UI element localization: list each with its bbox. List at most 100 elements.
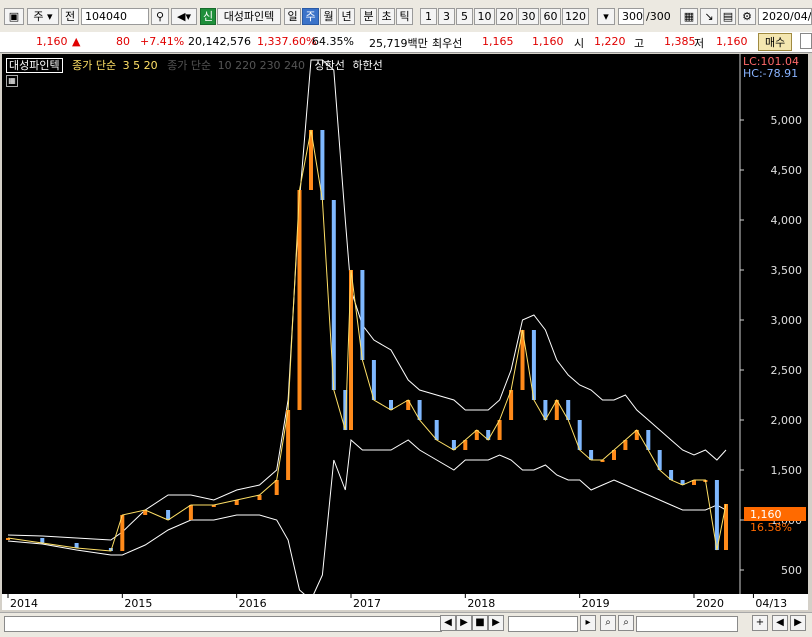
toolbar: ▣ 주 ▾ 전 104040 ⚲ ◀▾ 신 대성파인텍 일 주 월 년 분 초 … xyxy=(0,0,812,33)
low-price: 1,160 xyxy=(716,35,748,48)
period-dropdown[interactable]: ▾ xyxy=(597,8,615,25)
x-tick-label: 2020 xyxy=(696,597,724,610)
legend-stock-name[interactable]: 대성파인텍 xyxy=(6,58,63,73)
right-icon[interactable]: ▶ xyxy=(790,615,806,631)
scroll-track[interactable] xyxy=(4,616,442,632)
price-bar xyxy=(434,420,439,440)
num-10[interactable]: 10 xyxy=(474,8,495,25)
count-input[interactable]: 300 xyxy=(618,8,644,25)
y-tick-label: 3,500 xyxy=(771,264,803,277)
y-tick-label: 5,000 xyxy=(771,114,803,127)
grid-icon[interactable]: ▦ xyxy=(6,75,18,87)
market-select[interactable]: 주 ▾ xyxy=(27,8,59,25)
legend-ma-periods: 3 5 20 xyxy=(122,59,158,72)
period-day[interactable]: 일 xyxy=(284,8,301,25)
price-tag: 1,160 16.58% xyxy=(744,507,806,534)
best-label: 최우선 xyxy=(432,37,463,50)
search-icon[interactable]: ⚲ xyxy=(151,8,169,25)
y-tick-label: 1,500 xyxy=(771,464,803,477)
chart-area[interactable]: 5001,0001,5002,0002,5003,0003,5004,0004,… xyxy=(2,54,808,610)
y-tick-label: 2,000 xyxy=(771,414,803,427)
legend-lower[interactable]: 하한선 xyxy=(352,59,382,72)
price-tag-pct: 16.58% xyxy=(750,521,792,534)
x-axis-strip xyxy=(2,594,808,610)
layout-icon[interactable]: ▣ xyxy=(4,8,24,25)
speed-slider[interactable] xyxy=(508,616,578,632)
zoom-out-icon[interactable]: ⌕ xyxy=(618,615,634,631)
x-tick-label: 2014 xyxy=(10,597,38,610)
open-price: 1,220 xyxy=(594,35,626,48)
x-tick-label: 04/13 xyxy=(755,597,787,610)
price-bar xyxy=(349,270,353,430)
price-bar xyxy=(389,400,393,410)
period-tick[interactable]: 틱 xyxy=(396,8,413,25)
speaker-icon[interactable]: ◀▾ xyxy=(171,8,197,25)
volume: 20,142,576 xyxy=(188,35,251,48)
price-tag-value: 1,160 xyxy=(750,508,782,521)
period-month[interactable]: 월 xyxy=(320,8,337,25)
low-label: 저 xyxy=(694,37,705,50)
up-arrow-icon: ▲ xyxy=(72,35,81,48)
zoom-slider[interactable] xyxy=(636,616,738,632)
x-tick-label: 2019 xyxy=(582,597,610,610)
count-total: /300 xyxy=(646,10,671,23)
zoom-plus-icon[interactable]: + xyxy=(752,615,768,631)
stop-icon[interactable]: ■ xyxy=(472,615,488,631)
y-tick-label: 3,000 xyxy=(771,314,803,327)
left-icon[interactable]: ◀ xyxy=(772,615,788,631)
code-input[interactable]: 104040 xyxy=(81,8,149,25)
gear-icon[interactable]: ⚙ xyxy=(738,8,756,25)
num-120[interactable]: 120 xyxy=(562,8,589,25)
price-bar xyxy=(40,538,45,543)
period-year[interactable]: 년 xyxy=(338,8,355,25)
fast-forward-icon[interactable]: ▸ xyxy=(580,615,596,631)
legend-ma-label[interactable]: 종가 단순 xyxy=(72,59,116,72)
compare-icon[interactable]: ▦ xyxy=(680,8,698,25)
period-minute[interactable]: 분 xyxy=(360,8,377,25)
quote-bar: 1,160 ▲ 80 +7.41% 20,142,576 1,337.60% 6… xyxy=(0,32,812,53)
zoom-in-icon[interactable]: ⌕ xyxy=(600,615,616,631)
play-icon[interactable]: ▶ xyxy=(488,615,504,631)
next-icon[interactable]: ▶ xyxy=(456,615,472,631)
volume-percent: 1,337.60% xyxy=(257,35,317,48)
close-line xyxy=(7,129,727,552)
lower-band-line xyxy=(7,438,727,601)
market-label: 주 xyxy=(33,10,44,23)
chart-legend: 대성파인텍 종가 단순 3 5 20 종가 단순 10 220 230 240 … xyxy=(6,57,383,87)
legend-upper[interactable]: 상한선 xyxy=(315,59,345,72)
date-input[interactable]: 2020/04/ xyxy=(758,8,812,25)
x-tick-label: 2015 xyxy=(124,597,152,610)
x-tick-label: 2018 xyxy=(467,597,495,610)
num-5[interactable]: 5 xyxy=(456,8,473,25)
price-bar xyxy=(74,543,79,548)
save-icon[interactable]: ▤ xyxy=(720,8,736,25)
y-tick-label: 4,500 xyxy=(771,164,803,177)
num-30[interactable]: 30 xyxy=(518,8,539,25)
change-percent: +7.41% xyxy=(140,35,185,48)
price-chart: 5001,0001,5002,0002,5003,0003,5004,0004,… xyxy=(2,54,808,610)
num-60[interactable]: 60 xyxy=(540,8,561,25)
num-20[interactable]: 20 xyxy=(496,8,517,25)
y-tick-label: 4,000 xyxy=(771,214,803,227)
high-price: 1,385 xyxy=(664,35,696,48)
change-amount: 80 xyxy=(116,35,130,48)
y-tick-label: 2,500 xyxy=(771,364,803,377)
turnover: 64.35% xyxy=(312,35,354,48)
x-tick-label: 2016 xyxy=(239,597,267,610)
trend-icon[interactable]: ↘ xyxy=(700,8,718,25)
high-label: 고 xyxy=(634,37,645,50)
side-toggle[interactable] xyxy=(800,33,812,49)
period-week[interactable]: 주 xyxy=(302,8,319,25)
legend-ma2-label[interactable]: 종가 단순 xyxy=(167,59,211,72)
current-price: 1,160 xyxy=(36,35,68,48)
stock-name: 대성파인텍 xyxy=(217,8,281,25)
prev-icon[interactable]: ◀ xyxy=(440,615,456,631)
jeon-button[interactable]: 전 xyxy=(61,8,79,25)
num-3[interactable]: 3 xyxy=(438,8,455,25)
period-second[interactable]: 초 xyxy=(378,8,395,25)
buy-button[interactable]: 매수 xyxy=(758,33,793,51)
num-1[interactable]: 1 xyxy=(420,8,437,25)
trade-amount: 25,719백만 xyxy=(369,37,428,50)
price-bar xyxy=(188,505,193,520)
price-bar xyxy=(274,480,279,495)
